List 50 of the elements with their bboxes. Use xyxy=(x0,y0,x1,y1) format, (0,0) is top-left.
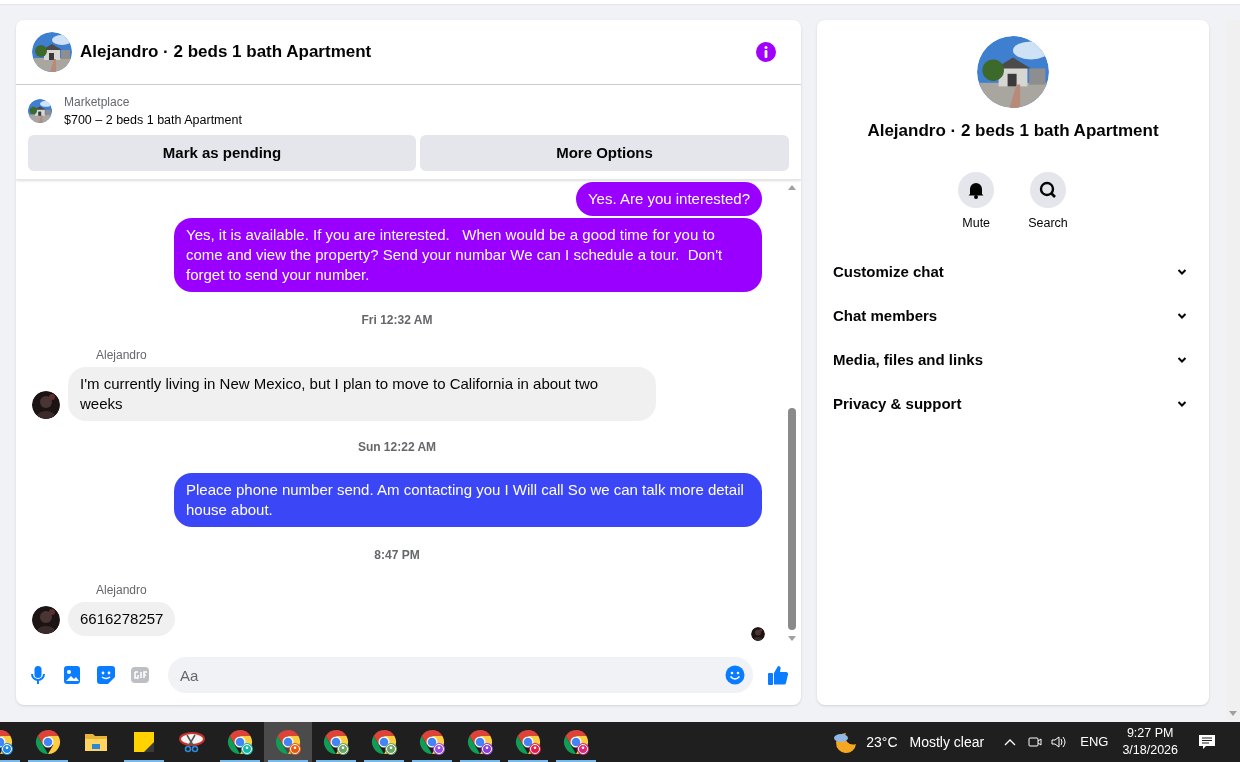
sender-name: Alejandro xyxy=(96,346,148,364)
message-bubble: I'm currently living in New Mexico, but I plan to move to California in about two weeks xyxy=(68,366,656,421)
section-row[interactable]: Chat members xyxy=(825,294,1201,339)
conversation-name: Alejandro · 2 beds 1 bath Apartment xyxy=(867,120,1159,142)
read-receipt-avatar xyxy=(751,627,765,641)
emoji-icon[interactable] xyxy=(725,665,745,685)
chevron-icon xyxy=(1177,356,1187,365)
message-timestamp: 8:47 PM xyxy=(374,546,420,564)
more-options-button[interactable]: More Options xyxy=(420,134,789,171)
listing-source: Marketplace xyxy=(64,94,131,111)
moon-cloud-icon xyxy=(832,730,859,754)
message-bubble: Pleace phone number send. Am contacting you I Will call So we can talk more detail house about. xyxy=(174,472,762,527)
section-row[interactable]: Privacy & support xyxy=(825,382,1201,427)
chevron-icon xyxy=(1177,312,1187,321)
thumbs-up-icon[interactable] xyxy=(767,664,789,686)
camera-icon[interactable] xyxy=(1028,734,1043,750)
search-icon[interactable] xyxy=(1030,171,1066,208)
message-timestamp: Sun 12:22 AM xyxy=(357,438,437,456)
notification-icon[interactable] xyxy=(1198,733,1216,751)
chevron-up-icon[interactable] xyxy=(1004,738,1017,746)
clock-date[interactable]: 3/18/2026 xyxy=(1122,742,1178,759)
info-icon[interactable] xyxy=(755,41,777,63)
microphone-icon[interactable] xyxy=(28,665,48,685)
chevron-icon xyxy=(1177,400,1187,409)
sender-name: Alejandro xyxy=(96,581,148,599)
sticker-icon[interactable] xyxy=(96,665,116,685)
search-label[interactable]: Search xyxy=(1028,213,1068,233)
speaker-icon[interactable] xyxy=(1050,734,1069,750)
message-bubble: Yes, it is available. If you are interested. When would be a good time for you to come and view the property? Send your numbar We can I schedule a tour. Don't forget to send your number. xyxy=(174,217,762,292)
mark-pending-button[interactable]: Mark as pending xyxy=(28,134,416,171)
message-input[interactable]: Aa xyxy=(168,657,753,693)
section-row[interactable]: Media, files and links xyxy=(825,338,1201,383)
section-row[interactable]: Customize chat xyxy=(825,250,1201,295)
message-timestamp: Fri 12:32 AM xyxy=(361,311,433,329)
language-indicator[interactable]: ENG xyxy=(1080,732,1109,752)
weather-condition: Mostly clear xyxy=(909,732,985,752)
message-bubble: 6616278257 xyxy=(68,601,176,636)
chat-title: Alejandro · 2 beds 1 bath Apartment xyxy=(80,41,373,64)
clock-time[interactable]: 9:27 PM xyxy=(1126,725,1174,742)
sticky-note-icon xyxy=(131,729,157,755)
listing-title: $700 – 2 beds 1 bath Apartment xyxy=(64,112,242,129)
image-icon[interactable] xyxy=(62,665,82,685)
weather-temperature: 23°C xyxy=(866,732,898,752)
message-bubble: Yes. Are you interested? xyxy=(575,181,762,216)
browser-icon xyxy=(35,729,61,755)
scissors-icon xyxy=(178,729,206,755)
mute-label[interactable]: Mute xyxy=(962,213,991,233)
taskbar-app[interactable] xyxy=(264,722,312,762)
chevron-icon xyxy=(1177,268,1187,277)
bell-icon[interactable] xyxy=(958,171,995,208)
